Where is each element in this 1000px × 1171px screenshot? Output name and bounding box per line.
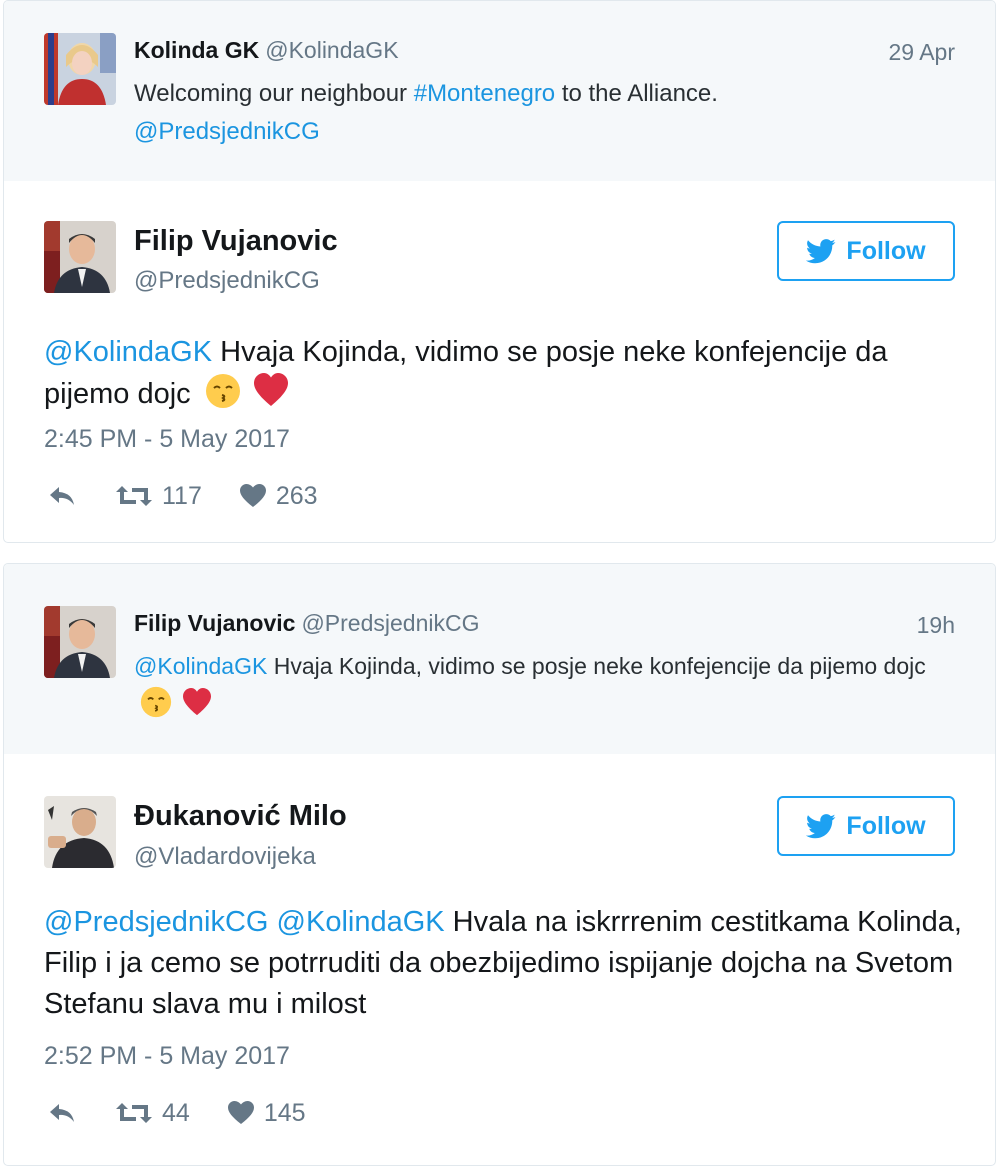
- kissing-emoji-icon: [140, 686, 172, 718]
- retweet-count: 44: [162, 1098, 190, 1127]
- quoted-author-handle[interactable]: @PredsjednikCG: [301, 610, 479, 636]
- quoted-timestamp[interactable]: 29 Apr: [889, 39, 956, 66]
- quoted-text: @KolindaGK Hvaja Kojinda, vidimo se posj…: [134, 647, 964, 723]
- retweet-button[interactable]: 117: [116, 482, 202, 511]
- retweet-count: 117: [162, 481, 202, 510]
- tweet-timestamp[interactable]: 2:52 PM - 5 May 2017: [44, 1042, 290, 1071]
- mention-link[interactable]: @KolindaGK: [134, 653, 267, 679]
- reply-icon: [50, 487, 74, 505]
- tweet-card: Filip Vujanovic @PredsjednikCG 19h @Kolin…: [3, 563, 996, 1166]
- red-heart-icon: [253, 373, 288, 406]
- tweet-timestamp[interactable]: 2:45 PM - 5 May 2017: [44, 425, 290, 454]
- avatar[interactable]: [44, 606, 116, 678]
- quoted-header: Filip Vujanovic @PredsjednikCG: [134, 610, 479, 637]
- quoted-tweet[interactable]: Filip Vujanovic @PredsjednikCG 19h @Kolin…: [4, 564, 995, 754]
- tweet-actions: 44 145: [48, 1098, 306, 1128]
- like-icon: [227, 1101, 254, 1124]
- quoted-header: Kolinda GK @KolindaGK: [134, 37, 399, 64]
- mention-link[interactable]: @KolindaGK: [277, 906, 445, 938]
- twitter-bird-icon: [806, 238, 836, 263]
- like-button[interactable]: 145: [227, 1098, 306, 1128]
- quoted-text-part: to the Alliance.: [555, 80, 718, 107]
- twitter-bird-icon: [806, 813, 836, 838]
- tweet-actions: 117 263: [48, 481, 318, 511]
- avatar[interactable]: [44, 33, 116, 105]
- avatar[interactable]: [44, 221, 116, 293]
- retweet-icon: [116, 1103, 152, 1123]
- mention-link[interactable]: @KolindaGK: [44, 336, 212, 368]
- author-name[interactable]: Đukanović Milo: [134, 800, 347, 833]
- like-count: 145: [263, 1098, 306, 1127]
- author-handle[interactable]: @PredsjednikCG: [134, 267, 320, 295]
- quoted-timestamp[interactable]: 19h: [917, 612, 955, 639]
- quoted-author-handle[interactable]: @KolindaGK: [265, 37, 398, 63]
- retweet-button[interactable]: 44: [116, 1099, 190, 1128]
- kissing-emoji-icon: [205, 374, 240, 408]
- quoted-author-name[interactable]: Kolinda GK: [134, 37, 259, 63]
- reply-button[interactable]: [48, 485, 76, 507]
- author-handle[interactable]: @Vladardovijeka: [134, 843, 316, 871]
- follow-button[interactable]: Follow: [777, 796, 955, 856]
- mention-link[interactable]: @PredsjednikCG: [134, 118, 320, 145]
- tweet-text: @KolindaGK Hvaja Kojinda, vidimo se posj…: [44, 332, 964, 415]
- author-name[interactable]: Filip Vujanovic: [134, 225, 338, 258]
- quoted-author-name[interactable]: Filip Vujanovic: [134, 610, 295, 636]
- tweet-text: @PredsjednikCG @KolindaGK Hvala na iskrr…: [44, 902, 964, 1025]
- red-heart-icon: [183, 688, 212, 716]
- quoted-text-body: Hvaja Kojinda, vidimo se posje neke konf…: [267, 653, 926, 679]
- quoted-text-part: Welcoming our neighbour: [134, 80, 414, 107]
- reply-button[interactable]: [48, 1102, 76, 1124]
- follow-button[interactable]: Follow: [777, 221, 955, 281]
- quoted-text: Welcoming our neighbour #Montenegro to t…: [134, 75, 964, 151]
- follow-label: Follow: [846, 236, 926, 265]
- hashtag-link[interactable]: #Montenegro: [414, 80, 555, 107]
- avatar[interactable]: [44, 796, 116, 868]
- reply-icon: [50, 1104, 74, 1122]
- like-icon: [239, 484, 266, 507]
- tweet-card: Kolinda GK @KolindaGK 29 Apr Welcoming ou…: [3, 0, 996, 543]
- follow-label: Follow: [846, 811, 926, 840]
- like-button[interactable]: 263: [239, 481, 318, 511]
- quoted-tweet[interactable]: Kolinda GK @KolindaGK 29 Apr Welcoming ou…: [4, 1, 995, 181]
- mention-link[interactable]: @PredsjednikCG: [44, 906, 268, 938]
- retweet-icon: [116, 486, 152, 506]
- like-count: 263: [275, 481, 318, 510]
